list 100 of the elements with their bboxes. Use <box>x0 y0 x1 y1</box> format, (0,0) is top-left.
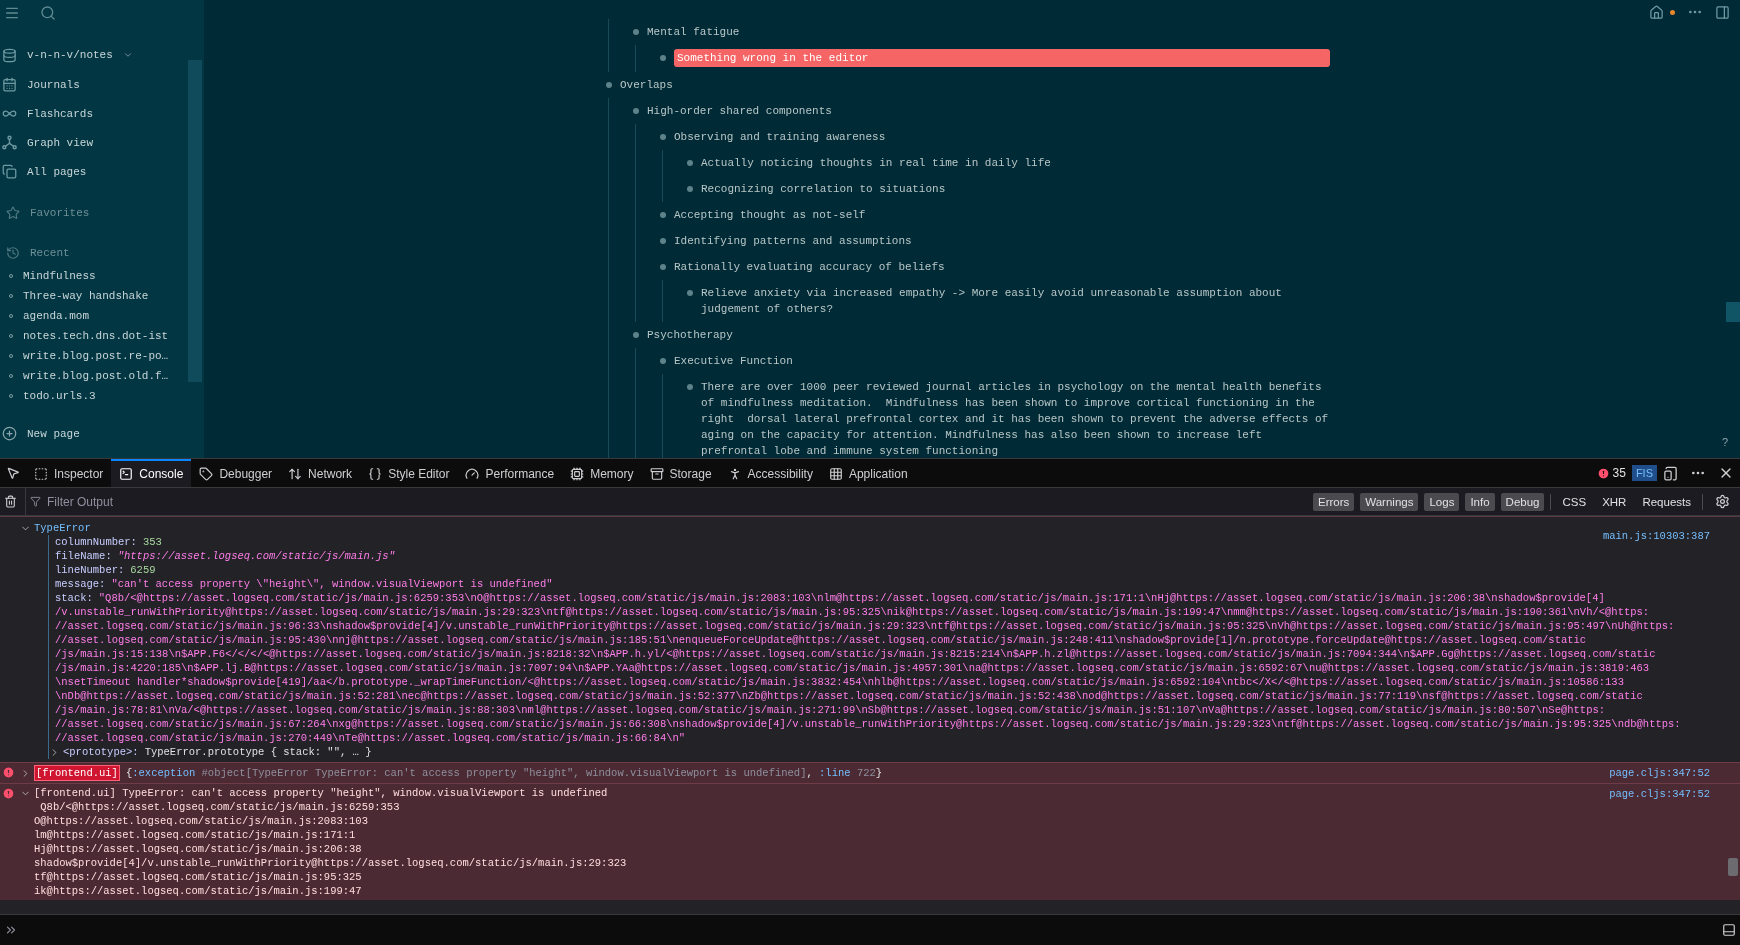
recent-page[interactable]: notes.tech.dns.dot-ist <box>23 330 169 342</box>
bullet-icon[interactable] <box>633 29 639 35</box>
devtools-tab[interactable]: Storage <box>641 459 720 487</box>
devtools-tab[interactable]: Performance <box>457 459 563 487</box>
bullet-icon[interactable] <box>633 108 639 114</box>
property-value: "can't access property \"height\", window.visualViewport is undefined" <box>111 577 553 591</box>
pages-icon <box>2 164 17 179</box>
devtools-tab[interactable]: Inspector <box>26 459 112 487</box>
bullet-icon[interactable] <box>687 290 693 296</box>
bullet-icon[interactable] <box>660 134 666 140</box>
arrows-icon <box>288 467 303 481</box>
nav-item[interactable]: Journals <box>27 78 80 91</box>
stack-line: //asset.logseq.com/static/js/main.js:95:430\nnj@https://asset.logseq.com/static/js/main.js:185:51\nenqueueForceUpdate@https://asset.logseq.com/static/js/main.js:248:411\nshadow$provide[1]/n.prototype.forceUpdate@https://asset.logseq.com/static <box>55 633 1587 647</box>
scrollbar-thumb[interactable] <box>1728 858 1738 876</box>
source-link[interactable]: main.js:10303:387 <box>1602 529 1710 543</box>
block-text[interactable]: High-order shared components <box>647 103 832 119</box>
request-toggle[interactable]: CSS <box>1557 492 1592 511</box>
section-title[interactable]: Favorites <box>30 207 90 219</box>
request-toggle[interactable]: XHR <box>1597 492 1632 511</box>
trace-line: ik@https://asset.logseq.com/static/js/main.js:199:47 <box>33 884 362 898</box>
block-text[interactable]: Observing and training awareness <box>674 129 886 145</box>
level-toggle[interactable]: Errors <box>1313 492 1355 511</box>
bullet-icon[interactable] <box>660 264 666 270</box>
new-page-link[interactable]: New page <box>27 427 80 440</box>
calendar-icon <box>2 77 17 92</box>
menu-icon[interactable] <box>4 5 20 21</box>
bullet-icon[interactable] <box>687 384 693 390</box>
repo-selector[interactable]: v-n-n-v/notes <box>27 49 113 61</box>
split-console-icon[interactable] <box>1722 923 1736 937</box>
devtools-tab[interactable]: Network <box>280 459 361 487</box>
devtools-tab[interactable]: Debugger <box>191 459 281 487</box>
recent-page[interactable]: Mindfulness <box>23 270 96 282</box>
editor-error-message: Something wrong in the editor <box>674 49 1330 67</box>
block-text[interactable]: Relieve anxiety via increased empathy -> More easily avoid unreasonable assumption about judgement of others? <box>701 285 1330 317</box>
settings-icon[interactable] <box>1715 494 1730 509</box>
devtools-tab[interactable]: Style Editor <box>360 459 458 487</box>
bullet-icon[interactable] <box>606 82 612 88</box>
block-text[interactable]: Recognizing correlation to situations <box>701 181 946 197</box>
block-text[interactable]: Identifying patterns and assumptions <box>674 233 912 249</box>
history-icon <box>6 246 20 260</box>
block-text[interactable]: Actually noticing thoughts in real time in daily life <box>701 155 1051 171</box>
message-text: [frontend.ui] TypeError: can't access property "height", window.visualViewport is undefined <box>34 786 608 800</box>
filter-field[interactable]: Filter Output <box>25 488 1307 515</box>
trace-line: shadow$provide[4]/v.unstable_runWithPriority@https://asset.logseq.com/static/js/main.js:29:323 <box>33 856 627 870</box>
devtools-tab[interactable]: Accessibility <box>719 459 821 487</box>
caret-icon[interactable] <box>122 50 133 60</box>
source-link[interactable]: page.cljs:347:52 <box>1609 787 1710 801</box>
stack-line: \nDb@https://asset.logseq.com/static/js/main.js:52:281\nec@https://asset.logseq.com/static/js/main.js:52:377\nZb@https://asset.logseq.com/static/js/main.js:52:438\nod@https://asset.logseq.com/static/js/main.js:77:119\nsf@https://asset.logseq.com/static <box>55 689 1643 703</box>
bullet-icon[interactable] <box>687 160 693 166</box>
stack-line: /js/main.js:78:81\nVa/<@https://asset.logseq.com/static/js/main.js:88:303\nml@https://asset.logseq.com/static/js/main.js:271:99\nSb@https://asset.logseq.com/static/js/main.js:51:107\nVa@https://asset.logseq.com/static/js/main.js:80:507\nSe@https: <box>55 703 1606 717</box>
level-toggle[interactable]: Logs <box>1424 492 1460 511</box>
request-toggle[interactable]: Requests <box>1637 492 1696 511</box>
bullet-icon[interactable] <box>633 332 639 338</box>
block-text[interactable]: Overlaps <box>620 77 673 93</box>
help-icon[interactable]: ? <box>1721 436 1728 448</box>
responsive-icon[interactable] <box>1663 465 1678 481</box>
grid-icon <box>828 467 843 481</box>
block-text[interactable]: There are over 1000 peer reviewed journal articles in psychology on the mental health benefits of mindfulness meditation. Mindfulness has been shown to improve cortical functioning in the right dorsal lateral prefrontal cortex and it has been shown to prevent the adverse effects of aging on the capacity for attention. Mindfulness has also been shown to increase left prefrontal lobe and immune system functioning <box>701 379 1330 458</box>
bullet-icon[interactable] <box>687 186 693 192</box>
plus-icon[interactable] <box>2 426 17 441</box>
devtools-tab[interactable]: Memory <box>562 459 642 487</box>
recent-page[interactable]: todo.urls.3 <box>23 390 96 402</box>
level-toggle[interactable]: Warnings <box>1360 492 1419 511</box>
nav-item[interactable]: Flashcards <box>27 107 93 120</box>
recent-page[interactable]: write.blog.post.re-po… <box>23 350 169 362</box>
recent-page[interactable]: Three-way handshake <box>23 290 149 302</box>
scrollbar-thumb[interactable] <box>1726 302 1740 322</box>
nav-item[interactable]: Graph view <box>27 136 93 149</box>
frame-selector[interactable]: FIS <box>1631 465 1657 481</box>
bullet-icon[interactable] <box>660 55 666 61</box>
bullet-icon[interactable] <box>660 358 666 364</box>
devtools-tab[interactable]: Application <box>820 459 916 487</box>
devtools-tab[interactable]: Console <box>111 459 192 487</box>
filter-input[interactable]: Filter Output <box>45 493 1307 510</box>
recent-page[interactable]: write.blog.post.old.f… <box>23 370 169 382</box>
sidebar-toggle-icon[interactable] <box>1715 4 1730 20</box>
database-icon <box>2 47 17 63</box>
block-text[interactable]: Executive Function <box>674 353 793 369</box>
trace-line: lm@https://asset.logseq.com/static/js/main.js:171:1 <box>33 828 356 842</box>
search-icon[interactable] <box>40 5 56 21</box>
block-text[interactable]: Rationally evaluating accuracy of beliefs <box>674 259 945 275</box>
recent-page[interactable]: agenda.mom <box>23 310 89 322</box>
nav-item[interactable]: All pages <box>27 165 87 178</box>
source-link[interactable]: page.cljs:347:52 <box>1609 766 1710 780</box>
trash-icon[interactable] <box>4 495 17 508</box>
stack-line: //asset.logseq.com/static/js/main.js:96:33\nshadow$provide[4]/v.unstable_runWithPriority@https://asset.logseq.com/static/js/main.js:29:323\ntf@https://asset.logseq.com/static/js/main.js:95:325\nVh@https://asset.logseq.com/static/js/main.js:95:497\nUh@https: <box>55 619 1675 633</box>
block-text[interactable]: Psychotherapy <box>647 327 733 343</box>
bullet-icon[interactable] <box>660 238 666 244</box>
property-value: "https://asset.logseq.com/static/js/main.js" <box>117 549 395 563</box>
section-title[interactable]: Recent <box>30 247 70 259</box>
picker-icon[interactable] <box>6 466 20 480</box>
level-toggle[interactable]: Debug <box>1500 492 1545 511</box>
bullet-icon[interactable] <box>660 212 666 218</box>
block-text[interactable]: Mental fatigue <box>647 24 740 40</box>
level-toggle[interactable]: Info <box>1465 492 1495 511</box>
message-text: {:exception #object[TypeError TypeError: can't access property "height", window.visualViewport is undefined], :line 722} <box>125 766 883 780</box>
home-icon[interactable] <box>1649 4 1664 20</box>
block-text[interactable]: Accepting thought as not-self <box>674 207 866 223</box>
error-count[interactable]: 35 <box>1612 466 1626 480</box>
prototype-text: TypeError.prototype { stack: "", … } <box>144 745 372 759</box>
